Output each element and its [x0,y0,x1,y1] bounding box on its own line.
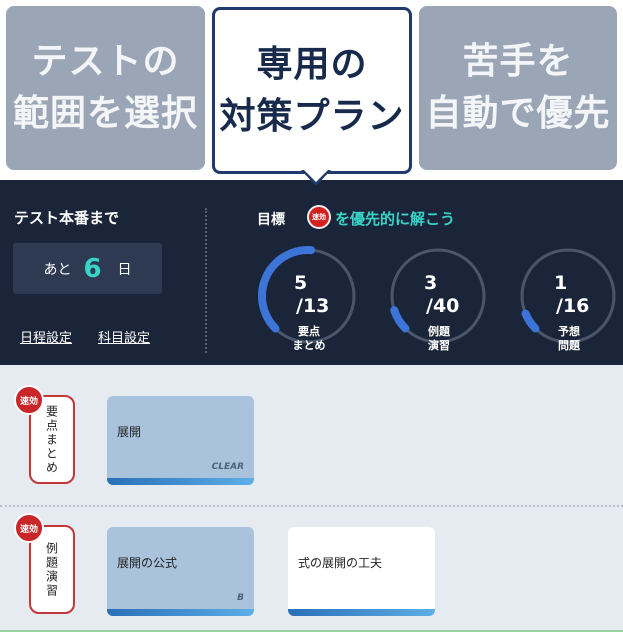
gauge-caption-line1: 要点 [298,325,320,338]
lesson-card[interactable]: 展開の公式 B [107,527,254,616]
lesson-card-bar [288,609,435,616]
lesson-card-bar [107,609,254,616]
quick-badge-icon: 速効 [14,513,44,543]
row-divider [0,505,623,507]
lesson-card-status: B [237,593,244,603]
tab-custom-plan[interactable]: 専用の 対策プラン [212,7,412,174]
tab-label-line1: 専用の [256,43,368,85]
gauge-predicted[interactable]: 1 /16 予想 問題 [518,246,618,362]
days-remaining-box: あと 6 日 [13,243,162,294]
gauge-caption-line2: 問題 [558,339,580,352]
plan-panel: テスト本番まで あと 6 日 日程設定 科目設定 目標 速効 を優先的に解こう … [0,180,623,365]
tab-bar: テストの 範囲を選択 専用の 対策プラン 苦手を 自動で優先 [0,0,623,178]
tab-label-line2: 範囲を選択 [12,93,198,134]
tab-label-line2: 自動で優先 [425,93,611,134]
tab-auto-priority[interactable]: 苦手を 自動で優先 [419,6,617,170]
lesson-card-title: 展開 [117,425,142,439]
schedule-settings-link[interactable]: 日程設定 [20,327,72,346]
lesson-card[interactable]: 式の展開の工夫 [288,527,435,616]
lesson-card[interactable]: 展開 CLEAR [107,396,254,485]
active-tab-pointer-inner [304,170,328,182]
gauge-summary[interactable]: 5 /13 要点 まとめ [258,246,358,362]
lesson-card-title: 式の展開の工夫 [298,556,383,570]
lesson-card-status: CLEAR [211,462,244,472]
days-suffix: 日 [117,261,132,278]
tab-label-line1: テストの [31,41,180,82]
category-label-text: 例題演習 [44,541,59,598]
gauge-caption: 要点 まとめ [286,325,332,353]
gauge-done: 5 [294,272,308,294]
plan-content: 速効 要点まとめ 展開 CLEAR 速効 例題演習 展開の公式 B 式の展開の工… [0,365,623,632]
lesson-card-bar [107,478,254,485]
goal-text: を優先的に解こう [335,210,456,228]
quick-badge-icon: 速効 [307,205,331,229]
gauge-done: 3 [424,272,438,294]
tab-label-line2: 対策プラン [219,95,405,137]
countdown-label: テスト本番まで [14,209,120,227]
lesson-card-title: 展開の公式 [117,556,178,570]
gauge-total: /16 [556,295,590,317]
gauge-caption: 例題 演習 [416,325,462,353]
gauge-caption-line1: 例題 [428,325,450,338]
gauge-total: /40 [426,295,460,317]
gauge-caption-line2: まとめ [292,339,326,352]
gauge-caption-line2: 演習 [428,339,450,352]
panel-divider [205,208,207,353]
gauge-examples[interactable]: 3 /40 例題 演習 [388,246,488,362]
gauge-caption-line1: 予想 [558,325,580,338]
quick-badge-icon: 速効 [14,385,44,415]
days-prefix: あと [43,261,72,278]
tab-select-range[interactable]: テストの 範囲を選択 [6,6,205,170]
category-label-text: 要点まとめ [44,404,59,475]
gauge-done: 1 [554,272,568,294]
subject-settings-link[interactable]: 科目設定 [98,327,150,346]
tab-label-line1: 苦手を [462,41,574,82]
days-remaining-value: 6 [83,253,102,284]
gauge-total: /13 [296,295,330,317]
gauge-caption: 予想 問題 [546,325,592,353]
goal-label: 目標 [257,212,285,228]
